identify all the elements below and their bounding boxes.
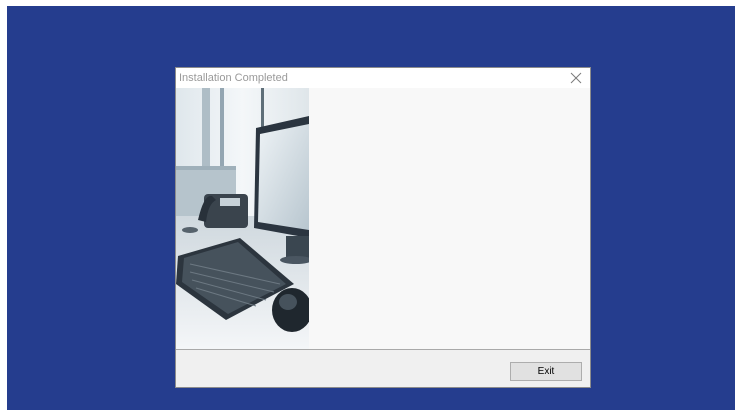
- exit-button[interactable]: Exit: [510, 362, 582, 381]
- desktop-background: Installation Completed Exit: [7, 6, 735, 410]
- installation-dialog: Installation Completed Exit: [175, 67, 591, 388]
- dialog-content: [176, 88, 590, 349]
- dialog-footer: Exit: [176, 350, 590, 387]
- close-icon[interactable]: [568, 70, 584, 86]
- office-desk-image: [176, 88, 309, 349]
- dialog-titlebar[interactable]: Installation Completed: [176, 68, 590, 88]
- dialog-title: Installation Completed: [179, 72, 288, 84]
